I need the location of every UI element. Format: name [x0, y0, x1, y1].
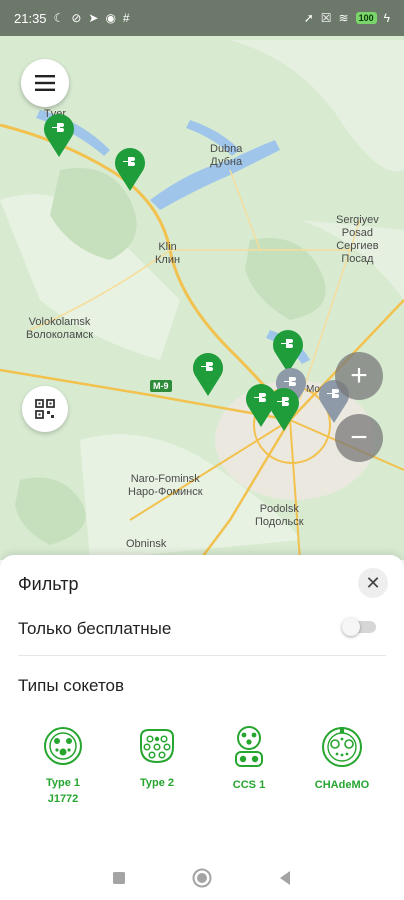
- charging-station-pin[interactable]: [114, 146, 146, 192]
- wifi-icon: ≋: [338, 11, 349, 25]
- battery-icon: 100: [355, 12, 377, 24]
- hash-icon: #: [122, 11, 130, 25]
- telegram-icon: ➤: [88, 11, 99, 25]
- map-label-klin: Klin Клин: [155, 241, 181, 266]
- road-badge-m9: M-9: [150, 380, 172, 392]
- socket-label: Type 2: [139, 777, 175, 789]
- socket-label: CHAdeMO: [314, 779, 370, 791]
- location-icon: ➚: [303, 11, 314, 25]
- qr-scan-button[interactable]: [22, 386, 68, 432]
- socket-option-type1[interactable]: Type 1 J1772: [23, 725, 103, 807]
- recents-icon[interactable]: [112, 871, 126, 885]
- socket-option-chademo[interactable]: CHAdeMO: [302, 725, 382, 793]
- hamburger-icon: [35, 75, 55, 91]
- type1-socket-icon: [44, 727, 82, 765]
- home-icon[interactable]: [192, 868, 212, 888]
- map-label-volokolamsk: Volokolamsk Волоколамск: [26, 316, 94, 341]
- socket-types-title: Типы сокетов: [18, 676, 125, 695]
- toggle-knob: [342, 618, 360, 636]
- divider: [18, 655, 386, 656]
- zoom-in-button[interactable]: +: [335, 352, 383, 400]
- map-view[interactable]: 21:35 ☾ ⊘ ➤ ◉ # ➚ ☒ ≋ 100 ϟ Tver Dubna Ду…: [0, 0, 404, 560]
- menu-button[interactable]: [21, 59, 69, 107]
- close-box-icon: ☒: [320, 11, 332, 25]
- zoom-out-button[interactable]: −: [335, 414, 383, 462]
- free-only-toggle[interactable]: [342, 618, 376, 636]
- map-label-naro-fominsk: Naro-Fominsk Наро-Фоминск: [128, 473, 203, 498]
- filter-title: Фильтр: [18, 574, 79, 594]
- charging-station-pin[interactable]: [43, 112, 75, 158]
- clock: 21:35: [14, 10, 47, 26]
- back-icon[interactable]: [278, 870, 292, 886]
- charging-station-pin[interactable]: [268, 386, 300, 432]
- socket-sublabel: J1772: [47, 793, 79, 805]
- socket-option-type2[interactable]: Type 2: [117, 725, 197, 791]
- socket-label: Type 1: [45, 777, 81, 789]
- free-only-label: Только бесплатные: [18, 619, 172, 638]
- map-label-podolsk: Podolsk Подольск: [255, 503, 304, 528]
- chademo-socket-icon: [322, 727, 362, 767]
- crossed-icon: ⊘: [71, 11, 82, 25]
- socket-label: CCS 1: [232, 779, 266, 791]
- close-button[interactable]: ✕: [358, 568, 388, 598]
- close-icon: ✕: [365, 572, 381, 593]
- app-icon: ◉: [105, 11, 116, 25]
- map-label-obninsk: Obninsk: [126, 538, 167, 550]
- minus-icon: −: [350, 421, 368, 454]
- qr-code-icon: [35, 399, 55, 419]
- charging-icon: ϟ: [383, 11, 390, 25]
- charging-station-pin[interactable]: [192, 351, 224, 397]
- system-nav-bar: [0, 855, 404, 900]
- moon-icon: ☾: [53, 11, 65, 25]
- ccs1-socket-icon: [235, 726, 263, 767]
- socket-option-ccs1[interactable]: CCS 1: [209, 725, 289, 793]
- plus-icon: +: [350, 359, 368, 392]
- filter-sheet: Фильтр ✕ Только бесплатные Типы сокетов …: [0, 555, 404, 900]
- map-label-sergiyev-posad: Sergiyev Posad Сергиев Посад: [336, 214, 379, 265]
- map-label-dubna: Dubna Дубна: [210, 143, 243, 168]
- type2-socket-icon: [140, 729, 174, 764]
- status-bar: 21:35 ☾ ⊘ ➤ ◉ # ➚ ☒ ≋ 100 ϟ: [0, 0, 404, 36]
